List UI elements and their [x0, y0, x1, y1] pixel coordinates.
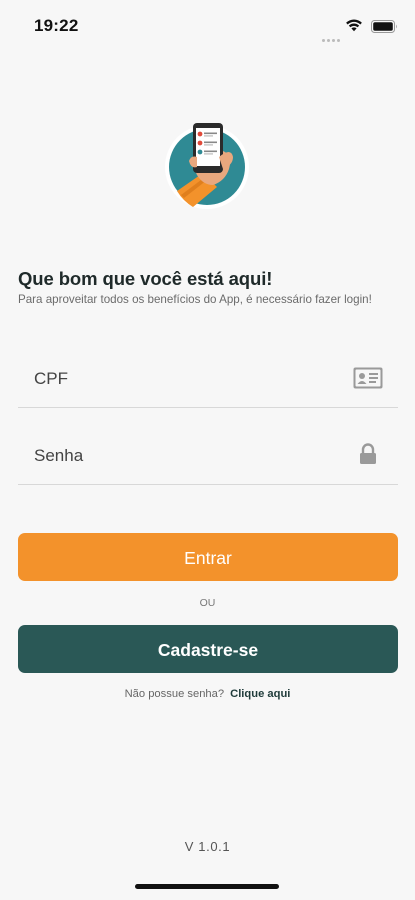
register-button[interactable]: Cadastre-se: [18, 625, 398, 673]
lock-icon: [359, 443, 377, 470]
no-password-text: Não possue senha?: [124, 688, 225, 700]
phone-hand-logo: [163, 117, 251, 211]
home-indicator[interactable]: [135, 884, 279, 889]
status-bar: 19:22: [0, 0, 415, 52]
signal-icon: [322, 29, 342, 47]
id-card-icon: [353, 367, 383, 394]
no-password-row: Não possue senha? Clique aqui: [0, 688, 415, 700]
or-divider: OU: [199, 597, 216, 609]
app-version: V 1.0.1: [184, 839, 231, 854]
click-here-link[interactable]: Clique aqui: [230, 688, 290, 700]
login-screen: 19:22 Que bom que você está aqui! Para a…: [0, 0, 415, 900]
status-time: 19:22: [34, 16, 79, 35]
battery-icon: [371, 20, 398, 38]
password-input[interactable]: [34, 428, 344, 484]
page-subtitle: Para aproveitar todos os benefícios do A…: [18, 293, 372, 306]
cpf-input[interactable]: [34, 351, 344, 407]
login-button[interactable]: Entrar: [18, 533, 398, 581]
wifi-icon: [345, 18, 363, 37]
page-title: Que bom que você está aqui!: [18, 268, 273, 289]
password-field: [18, 428, 398, 485]
cpf-field: [18, 351, 398, 408]
